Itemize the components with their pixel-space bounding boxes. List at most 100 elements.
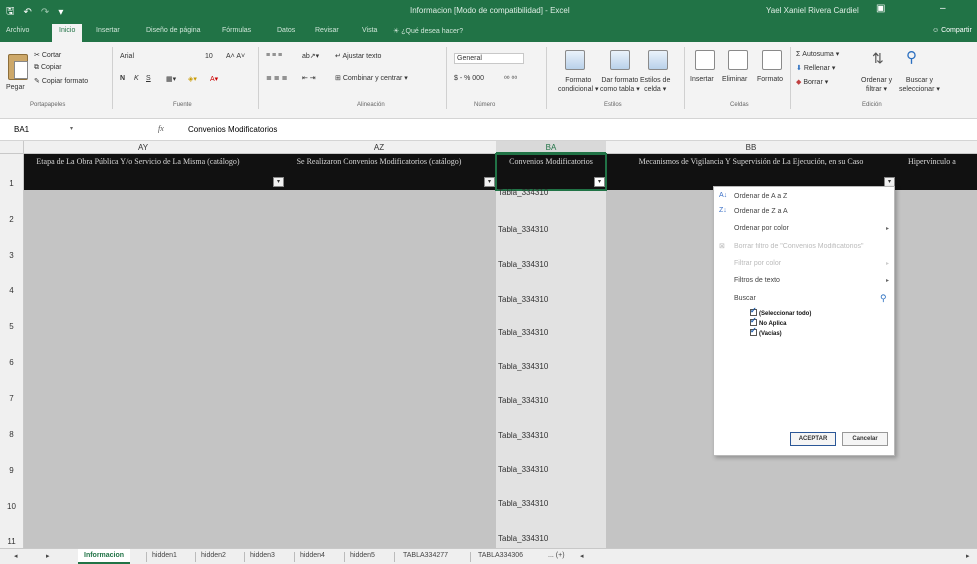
row-header[interactable]: 1	[0, 154, 24, 190]
formula-input[interactable]: Convenios Modificatorios	[188, 125, 277, 134]
table-cell[interactable]: Tabla_334310	[498, 188, 548, 197]
orientation-icon[interactable]: ab↗▾	[302, 52, 319, 60]
tab-vista[interactable]: Vista	[362, 27, 377, 34]
sheet-tab-hidden2[interactable]: hidden2	[201, 552, 226, 559]
name-box-dropdown-icon[interactable]: ▾	[70, 125, 73, 132]
conditional-format-icon[interactable]	[565, 50, 585, 70]
column-header-az[interactable]: AZ	[262, 141, 496, 154]
find-icon[interactable]: ⚲	[906, 48, 917, 66]
cut-button[interactable]: ✂ Cortar	[34, 51, 61, 59]
bold-button[interactable]: N	[120, 75, 125, 82]
share-button[interactable]: ☺ Compartir	[932, 27, 972, 34]
accept-button[interactable]: ACEPTAR	[790, 432, 836, 446]
copy-button[interactable]: ⧉ Copiar	[34, 64, 62, 72]
sheet-tab-informacion[interactable]: Informacion	[78, 549, 131, 564]
table-cell[interactable]: Tabla_334310	[498, 362, 548, 371]
customize-qat-icon[interactable]: ▾	[58, 7, 63, 18]
tell-me-search[interactable]: ☀ ¿Qué desea hacer?	[393, 27, 463, 35]
select-all-corner[interactable]	[0, 141, 24, 154]
sheet-tab-hidden3[interactable]: hidden3	[250, 552, 275, 559]
insert-button[interactable]: Insertar	[690, 76, 714, 83]
autosum-button[interactable]: Σ Autosuma ▾	[796, 50, 839, 58]
table-cell[interactable]: Tabla_334310	[498, 328, 548, 337]
table-cell[interactable]: Tabla_334310	[498, 396, 548, 405]
number-format-select[interactable]: General	[454, 53, 524, 64]
cell-styles-icon[interactable]	[648, 50, 668, 70]
filter-option-vacias[interactable]: (Vacías)	[750, 326, 782, 337]
tab-inicio[interactable]: Inicio	[52, 24, 83, 42]
format-cells-icon[interactable]	[762, 50, 782, 70]
table-cell[interactable]: Tabla_334310	[498, 260, 548, 269]
conditional-format-button[interactable]: Formato condicional ▾	[558, 76, 599, 94]
tab-insertar[interactable]: Insertar	[96, 27, 120, 34]
row-header[interactable]: 8	[0, 405, 24, 441]
column-header-bb[interactable]: BB	[606, 141, 896, 154]
font-size-select[interactable]: 10	[205, 53, 213, 60]
row-header[interactable]: 5	[0, 297, 24, 333]
table-cell[interactable]: Tabla_334310	[498, 534, 548, 543]
sort-za-item[interactable]: Ordenar de Z a A	[734, 208, 788, 215]
paste-button[interactable]: Pegar	[6, 84, 25, 91]
minimize-icon[interactable]: –	[940, 3, 946, 14]
row-header[interactable]: 2	[0, 190, 24, 226]
cell-styles-button[interactable]: Estilos de celda ▾	[640, 76, 670, 94]
sheet-tab-tabla334306[interactable]: TABLA334306	[478, 552, 523, 559]
row-header[interactable]: 10	[0, 477, 24, 512]
format-table-icon[interactable]	[610, 50, 630, 70]
more-sheets-button[interactable]: ... (+)	[548, 552, 565, 559]
format-painter-button[interactable]: ✎ Copiar formato	[34, 77, 88, 85]
indent-icon[interactable]: ⇤ ⇥	[302, 74, 316, 82]
align-top-icon[interactable]: ≡ ≡ ≡	[266, 52, 282, 59]
name-box[interactable]: BA1	[14, 125, 29, 134]
delete-button[interactable]: Eliminar	[722, 76, 747, 83]
tab-archivo[interactable]: Archivo	[6, 27, 29, 34]
text-filters-item[interactable]: Filtros de texto	[734, 277, 780, 284]
borders-icon[interactable]: ▦▾	[166, 75, 176, 83]
tab-datos[interactable]: Datos	[277, 27, 295, 34]
tab-revisar[interactable]: Revisar	[315, 27, 339, 34]
sort-filter-icon[interactable]: ⇅	[872, 50, 884, 67]
fx-icon[interactable]: fx	[158, 124, 164, 133]
table-cell[interactable]: Tabla_334310	[498, 225, 548, 234]
sheet-scroll-icon[interactable]: ◂	[580, 552, 584, 560]
search-icon[interactable]: ⚲	[880, 293, 887, 304]
filter-option-select-all[interactable]: (Seleccionar todo)	[750, 306, 811, 317]
font-grow-icon[interactable]: A˄ A˅	[226, 53, 245, 60]
save-icon[interactable]: 🖫	[6, 4, 15, 21]
delete-cells-icon[interactable]	[728, 50, 748, 70]
sort-filter-button[interactable]: Ordenar y filtrar ▾	[861, 76, 892, 94]
column-header-ay[interactable]: AY	[24, 141, 262, 154]
ribbon-display-icon[interactable]: ▣	[876, 3, 885, 14]
filter-by-color-item[interactable]: Filtrar por color	[734, 260, 781, 267]
table-cell[interactable]: Tabla_334310	[498, 431, 548, 440]
tab-formulas[interactable]: Fórmulas	[222, 27, 251, 34]
paste-icon[interactable]	[8, 54, 28, 80]
fill-button[interactable]: ⬇ Rellenar ▾	[796, 64, 835, 72]
row-header[interactable]: 4	[0, 261, 24, 297]
scroll-tabs-right-icon[interactable]: ▸	[46, 552, 50, 560]
clear-filter-item[interactable]: Borrar filtro de "Convenios Modificatori…	[734, 243, 889, 250]
sheet-tab-hidden4[interactable]: hidden4	[300, 552, 325, 559]
font-name-select[interactable]: Arial	[120, 53, 134, 60]
sheet-tab-tabla334277[interactable]: TABLA334277	[403, 552, 448, 559]
table-cell[interactable]: Tabla_334310	[498, 465, 548, 474]
underline-button[interactable]: S	[146, 75, 151, 82]
sheet-tab-hidden5[interactable]: hidden5	[350, 552, 375, 559]
decimal-buttons-icon[interactable]: ⁰⁰ ⁰⁰	[504, 75, 517, 83]
format-table-button[interactable]: Dar formato como tabla ▾	[600, 76, 640, 94]
scroll-tabs-left-icon[interactable]: ◂	[14, 552, 18, 560]
italic-button[interactable]: K	[134, 75, 139, 82]
row-header[interactable]: 3	[0, 226, 24, 261]
sheet-tab-hidden1[interactable]: hidden1	[152, 552, 177, 559]
filter-search-input[interactable]: Buscar	[734, 295, 756, 302]
sort-by-color-item[interactable]: Ordenar por color	[734, 225, 789, 232]
undo-icon[interactable]: ↶	[24, 7, 32, 18]
sort-az-item[interactable]: Ordenar de A a Z	[734, 193, 787, 200]
clear-button[interactable]: ◆ Borrar ▾	[796, 78, 828, 86]
wrap-text-button[interactable]: ↵ Ajustar texto	[335, 52, 381, 60]
header-cell-bb[interactable]: Mecanismos de Vigilancia Y Supervisión d…	[606, 154, 896, 190]
number-format-buttons[interactable]: $ - % 000	[454, 75, 484, 82]
user-name[interactable]: Yael Xaniel Rivera Cardiel	[766, 6, 859, 15]
row-header[interactable]: 6	[0, 333, 24, 369]
format-button[interactable]: Formato	[757, 76, 783, 83]
